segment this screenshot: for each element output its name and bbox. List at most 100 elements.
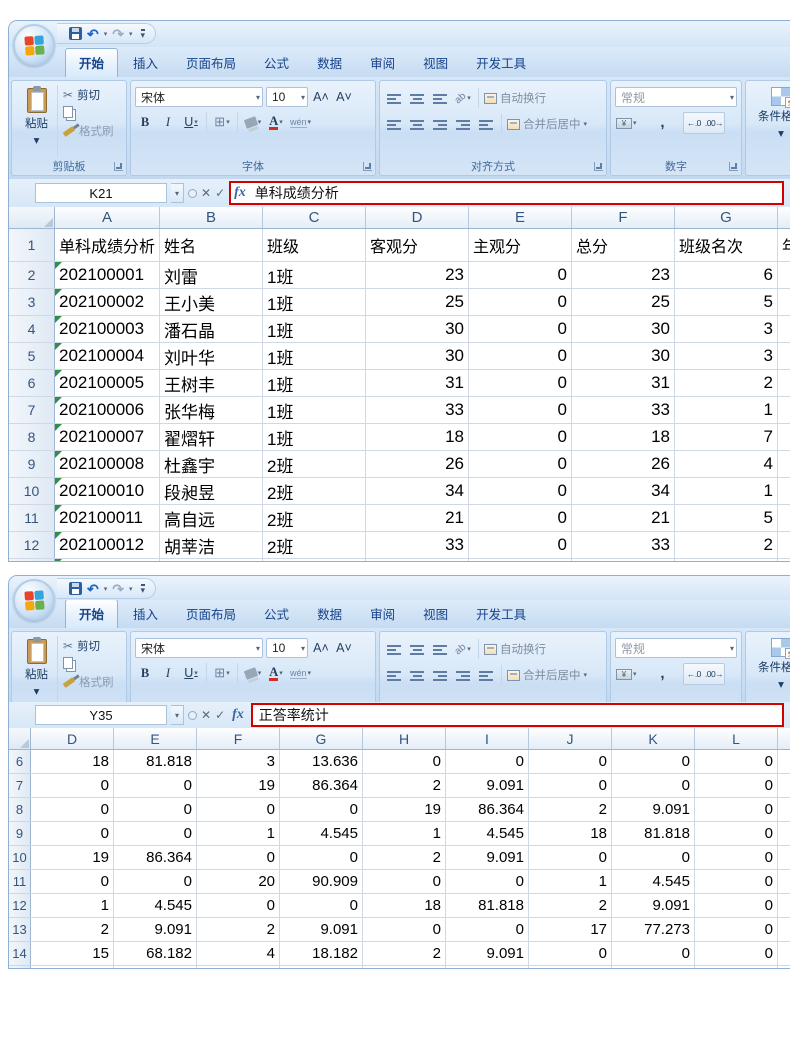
cell-D3[interactable]: 25 — [366, 289, 469, 315]
decrease-font-button[interactable]: A˅ — [334, 87, 354, 107]
formula-input[interactable]: 单科成绩分析 — [249, 183, 782, 203]
cell-H10[interactable]: 2 — [363, 846, 446, 869]
cell-B1[interactable]: 姓名 — [160, 229, 263, 261]
cell-A3[interactable]: 202100002 — [55, 289, 160, 315]
cell-D8[interactable]: 18 — [366, 424, 469, 450]
cell-G6[interactable]: 2 — [675, 370, 778, 396]
dialog-launcher-icon[interactable] — [729, 162, 738, 171]
cell-I7[interactable]: 9.091 — [446, 774, 529, 797]
font-color-button[interactable]: A▾ — [266, 663, 286, 683]
column-header-partial[interactable] — [778, 207, 790, 228]
tab-formulas[interactable]: 公式 — [251, 600, 302, 628]
cell-H7[interactable]: 2 — [363, 774, 446, 797]
cell-F10[interactable]: 34 — [572, 478, 675, 504]
cell-F6[interactable]: 3 — [197, 750, 280, 773]
column-header-B[interactable]: B — [160, 207, 263, 228]
cell-H6[interactable]: 0 — [363, 750, 446, 773]
column-header-J[interactable]: J — [529, 728, 612, 749]
column-header-L[interactable]: L — [695, 728, 778, 749]
row-header-1[interactable]: 1 — [9, 229, 55, 261]
cell-B5[interactable]: 刘叶华 — [160, 343, 263, 369]
cell-G2[interactable]: 6 — [675, 262, 778, 288]
cell-L6[interactable]: 0 — [695, 750, 778, 773]
increase-indent-button[interactable] — [476, 114, 496, 134]
office-button[interactable] — [13, 24, 55, 66]
cell-G4[interactable]: 3 — [675, 316, 778, 342]
cell-A8[interactable]: 202100007 — [55, 424, 160, 450]
row-header-6[interactable]: 6 — [9, 750, 31, 773]
row-header-7[interactable]: 7 — [9, 397, 55, 423]
align-bottom-button[interactable] — [430, 88, 450, 108]
column-header-partial[interactable] — [778, 728, 790, 749]
cell-E13[interactable]: 9.091 — [114, 918, 197, 941]
cell-E8[interactable]: 0 — [114, 798, 197, 821]
cell-D7[interactable]: 33 — [366, 397, 469, 423]
cell-L12[interactable]: 0 — [695, 894, 778, 917]
column-header-C[interactable]: C — [263, 207, 366, 228]
row-header-13[interactable]: 13 — [9, 918, 31, 941]
font-name-select[interactable]: 宋体▾ — [135, 638, 263, 658]
bold-button[interactable]: B — [135, 112, 155, 132]
cell-G1[interactable]: 班级名次 — [675, 229, 778, 261]
cancel-icon[interactable]: ✕ — [201, 709, 211, 721]
column-header-G[interactable]: G — [280, 728, 363, 749]
cell-B10[interactable]: 段昶昱 — [160, 478, 263, 504]
cell-F12[interactable]: 0 — [197, 894, 280, 917]
cut-button[interactable]: ✂剪切 — [63, 638, 114, 654]
cell-I12[interactable]: 81.818 — [446, 894, 529, 917]
wrap-text-button[interactable]: 自动换行 — [484, 90, 546, 106]
cell-C8[interactable]: 1班 — [263, 424, 366, 450]
cell-F8[interactable]: 0 — [197, 798, 280, 821]
align-left-button[interactable] — [384, 665, 404, 685]
cell-F14[interactable]: 4 — [197, 942, 280, 965]
undo-icon[interactable]: ↶ — [87, 27, 99, 41]
enter-icon[interactable]: ✓ — [215, 709, 225, 721]
cell-A4[interactable]: 202100003 — [55, 316, 160, 342]
row-header-7[interactable]: 7 — [9, 774, 31, 797]
comma-style-button[interactable]: , — [652, 113, 672, 133]
cell-Fx[interactable] — [572, 559, 675, 562]
cell-D2[interactable]: 23 — [366, 262, 469, 288]
cell-E12[interactable]: 4.545 — [114, 894, 197, 917]
cell-B11[interactable]: 高自远 — [160, 505, 263, 531]
cell-K12[interactable]: 9.091 — [612, 894, 695, 917]
column-header-F[interactable]: F — [572, 207, 675, 228]
cell-F6[interactable]: 31 — [572, 370, 675, 396]
cell-G6[interactable]: 13.636 — [280, 750, 363, 773]
accounting-format-button[interactable]: ¥▾ — [615, 113, 638, 133]
cell-E3[interactable]: 0 — [469, 289, 572, 315]
phonetic-button[interactable]: wén▾ — [289, 663, 312, 683]
fill-color-button[interactable]: ▾ — [243, 663, 263, 683]
cell-x10[interactable] — [778, 478, 790, 504]
cell-D10[interactable]: 34 — [366, 478, 469, 504]
cell-C11[interactable]: 2班 — [263, 505, 366, 531]
cell-x7[interactable] — [778, 397, 790, 423]
redo-icon[interactable]: ↷ — [112, 27, 124, 41]
cell-G9[interactable]: 4 — [675, 451, 778, 477]
cell-L9[interactable]: 0 — [695, 822, 778, 845]
save-icon[interactable] — [69, 582, 82, 595]
dialog-launcher-icon[interactable] — [114, 162, 123, 171]
row-header-5[interactable]: 5 — [9, 343, 55, 369]
cell-D5[interactable]: 30 — [366, 343, 469, 369]
cell-E12[interactable]: 0 — [469, 532, 572, 558]
decrease-font-button[interactable]: A˅ — [334, 638, 354, 658]
cell-G7[interactable]: 1 — [675, 397, 778, 423]
formula-input[interactable]: 正答率统计 — [253, 705, 782, 725]
accounting-format-button[interactable]: ¥▾ — [615, 664, 638, 684]
increase-decimal-button[interactable]: ←.0 — [684, 664, 704, 684]
column-header-K[interactable]: K — [612, 728, 695, 749]
tab-developer[interactable]: 开发工具 — [463, 49, 539, 77]
cell-I13[interactable]: 0 — [446, 918, 529, 941]
row-header-8[interactable]: 8 — [9, 798, 31, 821]
cell-C9[interactable]: 2班 — [263, 451, 366, 477]
tab-review[interactable]: 审阅 — [357, 600, 408, 628]
cell-K9[interactable]: 81.818 — [612, 822, 695, 845]
column-header-E[interactable]: E — [469, 207, 572, 228]
number-format-select[interactable]: 常规▾ — [615, 87, 737, 107]
cell-F8[interactable]: 18 — [572, 424, 675, 450]
cell-J13[interactable]: 17 — [529, 918, 612, 941]
cell-B7[interactable]: 张华梅 — [160, 397, 263, 423]
cell-F7[interactable]: 33 — [572, 397, 675, 423]
cell-x12[interactable] — [778, 532, 790, 558]
